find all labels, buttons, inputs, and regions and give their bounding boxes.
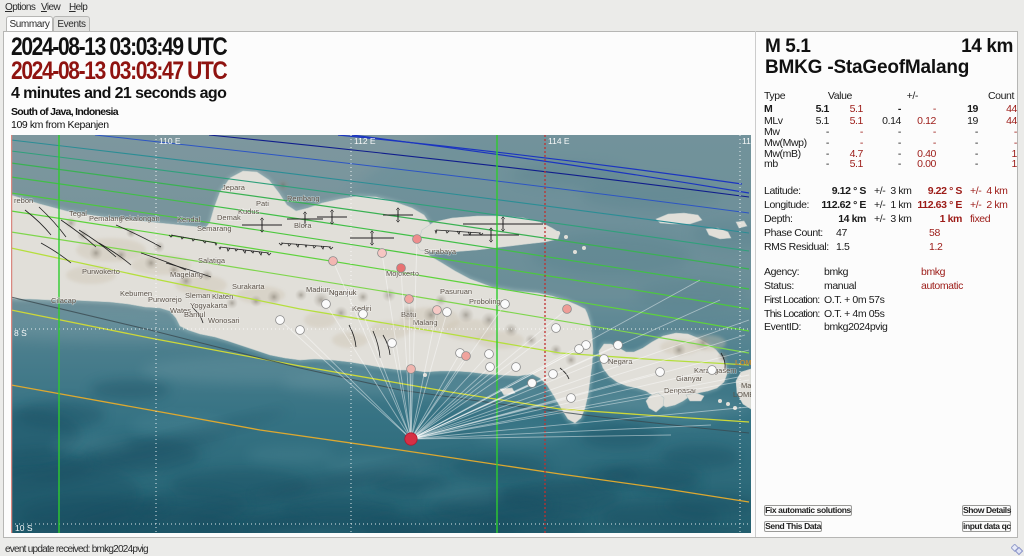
svg-text:Salatiga: Salatiga [198,256,226,265]
svg-text:Wonosari: Wonosari [208,316,240,325]
svg-text:Surabaya: Surabaya [424,247,457,256]
svg-text:Semarang: Semarang [197,224,232,233]
svg-text:Negara: Negara [608,357,633,366]
svg-text:Purworejo: Purworejo [148,295,182,304]
svg-text:LOMBO: LOMBO [733,390,751,399]
svg-text:Kendal: Kendal [177,215,201,224]
svg-text:Yogyakarta: Yogyakarta [190,301,228,310]
svg-text:Cilacap: Cilacap [51,296,76,305]
svg-text:110 E: 110 E [159,136,181,146]
svg-text:Kudus: Kudus [238,207,260,216]
svg-text:Purwokerto: Purwokerto [82,267,120,276]
svg-text:Tegal: Tegal [69,209,87,218]
svg-text:8 S: 8 S [14,328,27,338]
svg-text:Klaten: Klaten [212,292,233,301]
svg-text:Magelang: Magelang [170,270,203,279]
svg-text:Nganjuk: Nganjuk [329,288,357,297]
svg-text:Demak: Demak [217,213,241,222]
svg-text:LOMB: LOMB [735,358,751,367]
svg-text:Surakarta: Surakarta [232,282,265,291]
svg-text:rebon: rebon [14,196,33,205]
svg-text:10 S: 10 S [15,523,33,533]
svg-text:Madiun: Madiun [306,285,331,294]
svg-text:Pemalang: Pemalang [89,214,123,223]
svg-text:Jepara: Jepara [222,183,246,192]
svg-text:Bantul: Bantul [184,310,206,319]
svg-text:Pati: Pati [256,199,269,208]
svg-text:112 E: 112 E [354,136,376,146]
svg-text:Sleman: Sleman [185,291,210,300]
svg-text:Mata: Mata [741,381,751,390]
svg-text:Blora: Blora [294,221,312,230]
svg-text:Rembang: Rembang [287,194,320,203]
svg-text:Pasuruan: Pasuruan [440,287,472,296]
svg-text:114 E: 114 E [548,136,570,146]
svg-text:Pekalongan: Pekalongan [120,214,160,223]
